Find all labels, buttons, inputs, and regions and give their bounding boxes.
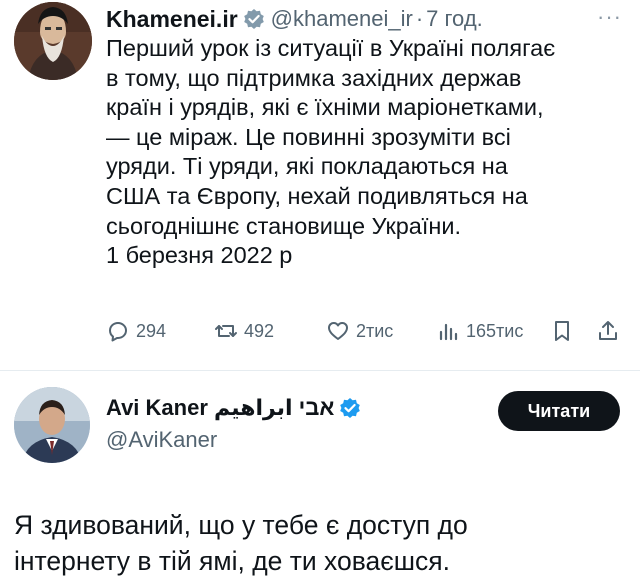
views-icon <box>439 323 458 341</box>
bookmark-icon <box>555 321 569 341</box>
reply-text-line: інтернету в тій ямі, де ти ховаєшся. <box>14 546 451 576</box>
views-button[interactable]: 165тис <box>436 314 523 348</box>
reply-button[interactable]: 294 <box>106 314 166 348</box>
verified-badge-icon <box>243 8 265 30</box>
reply-text: Я здивований, що у тебе є доступ до інте… <box>14 507 626 579</box>
avatar-avikaner[interactable] <box>14 387 90 463</box>
reply-text-line: Я здивований, що у тебе є доступ до <box>14 510 468 540</box>
avatar-image <box>14 387 90 463</box>
tweet-text-line: Перший урок із ситуації в Україні поляга… <box>106 35 556 61</box>
more-options-icon[interactable]: ··· <box>597 6 622 28</box>
original-tweet[interactable]: Khamenei.ir @khamenei_ir · 7 год. ··· Пе… <box>0 0 640 370</box>
retweet-button[interactable]: 492 <box>214 314 274 348</box>
reply-count: 294 <box>136 320 167 341</box>
timestamp[interactable]: 7 год. <box>426 6 483 32</box>
reply-tweet[interactable]: Avi Kaner אבי ابراهيم @AviKaner Читати Я… <box>0 371 640 585</box>
tweet-text-line: — це міраж. Це повинні зрозуміти всі <box>106 123 511 150</box>
share-button[interactable] <box>596 314 620 348</box>
reply-header: Avi Kaner אבי ابراهيم <box>106 393 367 423</box>
tweet-text-line: в тому, що підтримка західних держав <box>106 64 522 91</box>
share-icon <box>599 321 617 340</box>
tweet-text-line: 1 березня 2022 р <box>106 242 293 269</box>
handle[interactable]: @khamenei_ir <box>271 6 413 32</box>
avatar-khamenei[interactable] <box>14 2 92 80</box>
reply-icon <box>109 322 127 342</box>
tweet-text-line: сьогоднішнє становище України. <box>106 212 462 239</box>
retweet-count: 492 <box>244 320 275 341</box>
tweet-text-line: уряди. Ті уряди, які покладаються на <box>106 153 508 180</box>
tweet-actions: 294 492 2тис 165тис <box>106 314 626 348</box>
verified-badge-icon <box>339 397 361 419</box>
tweet-text-line: країн і урядів, які є їхніми маріонеткам… <box>106 94 544 121</box>
bookmark-button[interactable] <box>550 314 574 348</box>
retweet-icon <box>215 325 237 337</box>
display-name[interactable]: Khamenei.ir <box>106 6 238 33</box>
tweet-header: Khamenei.ir @khamenei_ir · 7 год. <box>106 4 483 34</box>
tweet-text-line: США та Європу, нехай подивляться на <box>106 182 528 209</box>
views-count: 165тис <box>466 320 524 341</box>
handle[interactable]: @AviKaner <box>106 427 217 453</box>
tweet-text: Перший урок із ситуації в Україні поляга… <box>106 34 626 271</box>
follow-button[interactable]: Читати <box>498 391 620 431</box>
heart-icon <box>328 322 348 340</box>
like-count: 2тис <box>356 320 394 341</box>
avatar-image <box>14 2 92 80</box>
like-button[interactable]: 2тис <box>326 314 393 348</box>
display-name[interactable]: Avi Kaner אבי ابراهيم <box>106 395 334 421</box>
separator-dot: · <box>415 6 424 31</box>
